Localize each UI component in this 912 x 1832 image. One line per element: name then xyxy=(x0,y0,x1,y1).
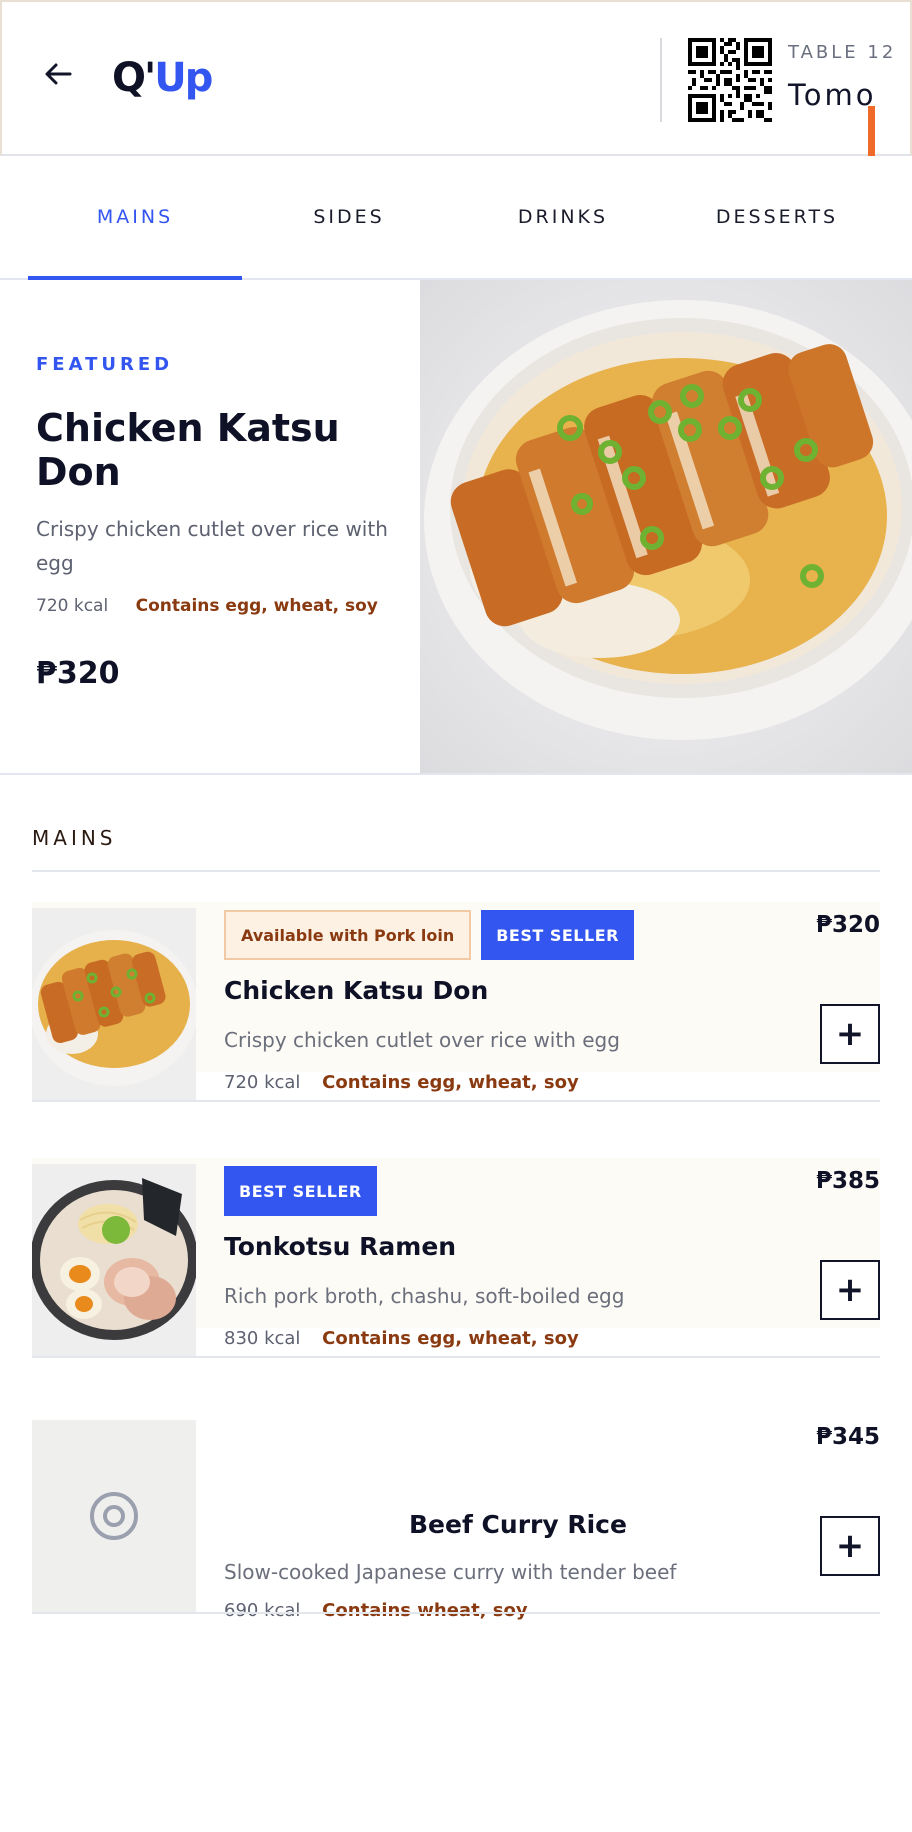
item-divider xyxy=(32,1100,880,1102)
accent-marker xyxy=(868,106,875,156)
item-thumbnail xyxy=(32,1420,196,1612)
add-to-cart-button[interactable]: + xyxy=(820,1516,880,1576)
item-price: ₱385 xyxy=(815,1168,880,1194)
item-thumbnail xyxy=(32,1164,196,1356)
item-kcal: 830 kcal xyxy=(224,1328,301,1349)
item-meta: 830 kcal Contains egg, wheat, soy xyxy=(224,1328,579,1349)
item-kcal: 690 kcal xyxy=(224,1600,301,1621)
logo-up: Up xyxy=(154,55,213,101)
qr-code-icon[interactable] xyxy=(688,38,772,122)
tab-desserts[interactable]: DESSERTS xyxy=(670,156,884,278)
item-name: Tonkotsu Ramen xyxy=(224,1232,457,1261)
item-description: Slow-cooked Japanese curry with tender b… xyxy=(224,1560,677,1584)
featured-meta: 720 kcal Contains egg, wheat, soy xyxy=(36,596,378,616)
best-seller-badge: BEST SELLER xyxy=(224,1166,377,1216)
add-to-cart-button[interactable]: + xyxy=(820,1260,880,1320)
variant-tag: Available with Pork loin xyxy=(224,910,472,960)
featured-description: Crispy chicken cutlet over rice with egg xyxy=(36,517,388,575)
item-divider xyxy=(32,1612,880,1614)
item-allergens: Contains egg, wheat, soy xyxy=(322,1328,579,1349)
item-badges: Available with Pork loin BEST SELLER xyxy=(224,910,634,960)
featured-card[interactable]: FEATURED Chicken Katsu Don Crispy chicke… xyxy=(0,280,912,775)
menu-item-tonkotsu-ramen[interactable]: BEST SELLER Tonkotsu Ramen Rich pork bro… xyxy=(32,1128,880,1358)
table-label: TABLE 12 xyxy=(788,42,897,63)
item-badges: BEST SELLER xyxy=(224,1166,377,1216)
item-name: Chicken Katsu Don xyxy=(224,976,489,1005)
plus-icon: + xyxy=(835,1014,865,1054)
section-title-mains: MAINS xyxy=(32,826,117,850)
item-description: Crispy chicken cutlet over rice with egg xyxy=(224,1028,620,1052)
menu-item-beef-curry-rice[interactable]: Beef Curry Rice Slow-cooked Japanese cur… xyxy=(32,1384,880,1621)
logo-q: Q' xyxy=(112,55,156,101)
featured-kcal: 720 kcal xyxy=(36,596,109,616)
item-kcal: 720 kcal xyxy=(224,1072,301,1093)
app-logo[interactable]: Q'Up xyxy=(112,54,213,102)
item-meta: 720 kcal Contains egg, wheat, soy xyxy=(224,1072,579,1093)
menu-item-chicken-katsu-don[interactable]: Available with Pork loin BEST SELLER Chi… xyxy=(32,872,880,1102)
image-placeholder-icon xyxy=(32,1420,196,1612)
plus-icon: + xyxy=(835,1526,865,1566)
item-name: Beef Curry Rice xyxy=(409,1510,627,1539)
plus-icon: + xyxy=(835,1270,865,1310)
item-price: ₱320 xyxy=(815,912,880,938)
featured-price: ₱320 xyxy=(36,656,120,691)
item-allergens: Contains wheat, soy xyxy=(322,1600,528,1621)
arrow-left-icon xyxy=(45,63,72,85)
add-to-cart-button[interactable]: + xyxy=(820,1004,880,1064)
best-seller-badge: BEST SELLER xyxy=(481,910,634,960)
featured-allergens: Contains egg, wheat, soy xyxy=(135,596,378,616)
featured-title: Chicken Katsu Don xyxy=(36,406,340,494)
item-price: ₱345 xyxy=(815,1424,880,1450)
tab-drinks[interactable]: DRINKS xyxy=(456,156,670,278)
item-divider xyxy=(32,1356,880,1358)
header-divider xyxy=(660,38,662,122)
tab-sides[interactable]: SIDES xyxy=(242,156,456,278)
item-description: Rich pork broth, chashu, soft-boiled egg xyxy=(224,1284,625,1308)
tab-mains[interactable]: MAINS xyxy=(28,156,242,280)
back-button[interactable] xyxy=(40,56,76,92)
featured-eyebrow: FEATURED xyxy=(36,354,174,375)
table-name: Tomo xyxy=(788,78,877,112)
category-tabs: MAINS SIDES DRINKS DESSERTS xyxy=(0,156,912,280)
item-meta: 690 kcal Contains wheat, soy xyxy=(224,1600,528,1621)
app-header: Q'Up TABLE 12 Tomo xyxy=(0,0,912,156)
featured-dish-image xyxy=(420,280,912,773)
item-allergens: Contains egg, wheat, soy xyxy=(322,1072,579,1093)
item-thumbnail xyxy=(32,908,196,1100)
